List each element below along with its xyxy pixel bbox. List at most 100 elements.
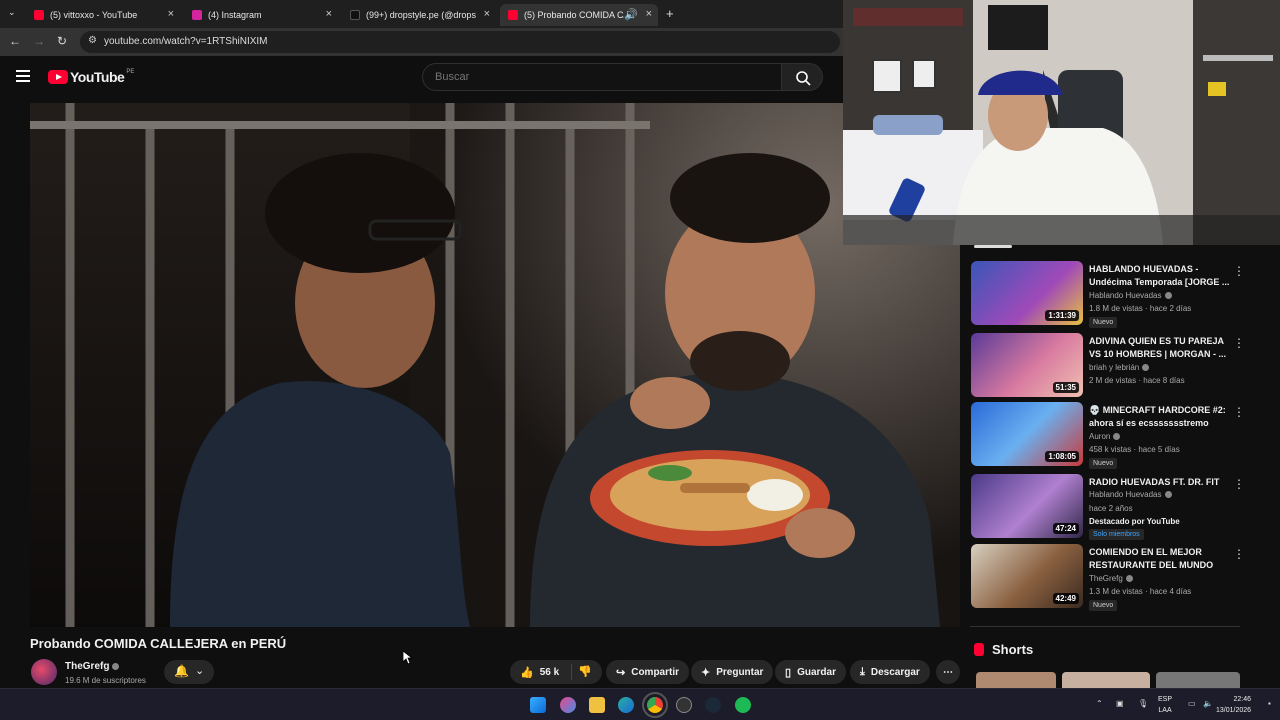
video-player[interactable] [30,103,960,627]
tray-app-icon[interactable]: ▣ [1116,699,1124,708]
tab-list-chevron-icon[interactable]: ⌄ [8,7,16,18]
hamburger-menu-icon[interactable] [16,70,30,82]
tab-1[interactable]: (5) vittoxxo - YouTube × [26,4,180,26]
download-button[interactable]: ⤓ Descargar [850,660,930,684]
dislike-icon[interactable]: 👎 [578,665,592,678]
more-options-icon[interactable]: ⋮ [1233,336,1245,350]
rec-channel[interactable]: briah y lebrián [1089,363,1150,372]
tab-1-close-icon[interactable]: × [168,8,174,20]
video-title: Probando COMIDA CALLEJERA en PERÚ [30,636,287,651]
steam-icon[interactable] [705,697,721,713]
members-only-badge: Solo miembros [1089,529,1144,540]
save-button[interactable]: ▯ Guardar [775,660,846,684]
clock-date: 13/01/2026 [1216,707,1252,714]
rec-title[interactable]: COMIENDO EN EL MEJOR RESTAURANTE DEL MUN… [1089,546,1234,572]
network-icon[interactable]: ▭ [1188,699,1196,708]
share-button[interactable]: ↪ Compartir [606,660,690,684]
tab-2-close-icon[interactable]: × [326,8,332,20]
windows-taskbar: ⌃ ▣ 🎙 ESP LAA ▭ 🔈 22:46 13/01/2026 ▪ [0,688,1280,720]
tray-overflow-icon[interactable]: ⌃ [1096,699,1103,708]
new-tab-button[interactable]: + [666,6,674,21]
rec-channel[interactable]: TheGrefg [1089,574,1133,583]
rec-item[interactable]: 51:35 ADIVINA QUIEN ES TU PAREJA VS 10 H… [971,333,1271,399]
more-options-icon[interactable]: ⋮ [1233,547,1245,561]
rec-meta: hace 2 años [1089,504,1133,513]
rec-title[interactable]: 💀 MINECRAFT HARDCORE #2: ahora sí es ecs… [1089,404,1234,430]
tab-4-active[interactable]: (5) Probando COMIDA CAL 🔊 × [500,4,658,26]
tab-4-close-icon[interactable]: × [646,8,652,20]
rec-channel[interactable]: Auron [1089,432,1121,441]
ask-button[interactable]: ✦ Preguntar [691,660,774,684]
address-bar[interactable]: ⚙ youtube.com/watch?v=1RTShiNIXIM [80,31,840,53]
tab-2-label: (4) Instagram [208,10,262,20]
file-explorer-icon[interactable] [589,697,605,713]
spotify-icon[interactable] [735,697,751,713]
input-language[interactable]: ESP LAA [1158,694,1172,716]
rec-thumbnail[interactable]: 51:35 [971,333,1083,397]
like-icon[interactable]: 👍 [520,666,534,679]
search-box[interactable] [422,63,782,91]
more-options-icon[interactable]: ⋮ [1233,264,1245,278]
search-button[interactable] [781,63,823,91]
rec-title[interactable]: RADIO HUEVADAS FT. DR. FIT [1089,476,1234,489]
rec-thumbnail[interactable]: 42:49 [971,544,1083,608]
mouse-cursor-icon [403,651,413,665]
new-badge: Nuevo [1089,600,1118,611]
search-icon [796,71,811,86]
short-thumbnail[interactable] [976,672,1056,688]
subscriber-count: 19.6 M de suscriptores [65,676,146,685]
rec-item[interactable]: 42:49 COMIENDO EN EL MEJOR RESTAURANTE D… [971,544,1271,611]
more-actions-button[interactable]: ⋯ [936,660,960,684]
search-input[interactable] [435,71,755,83]
obs-icon[interactable] [676,697,692,713]
shorts-title: Shorts [992,642,1034,657]
windows-start-icon[interactable] [530,697,546,713]
tab-3[interactable]: (99+) dropstyle.pe (@dropstyle × [342,4,496,26]
short-thumbnail[interactable] [1062,672,1150,688]
new-badge: Nuevo [1089,458,1118,469]
chrome-icon[interactable] [642,692,668,718]
youtube-logo-word: YouTube [70,69,125,85]
notification-bell-button[interactable]: 🔔 ⌄ [164,660,214,684]
rec-thumbnail[interactable]: 1:31:39 [971,261,1083,325]
forward-arrow-icon[interactable]: → [33,34,45,48]
share-icon: ↪ [616,666,626,679]
tab-3-close-icon[interactable]: × [484,8,490,20]
channel-name-text: TheGrefg [65,661,110,672]
rec-item[interactable]: 1:31:39 HABLANDO HUEVADAS - Undécima Tem… [971,261,1271,328]
browser-tab-strip: ⌄ (5) vittoxxo - YouTube × (4) Instagram… [0,0,843,28]
back-arrow-icon[interactable]: ← [9,34,21,48]
rec-item[interactable]: 1:08:05 💀 MINECRAFT HARDCORE #2: ahora s… [971,402,1271,469]
save-label: Guardar [797,666,836,678]
download-icon: ⤓ [860,665,865,678]
copilot-icon[interactable] [560,697,576,713]
tab-audio-icon[interactable]: 🔊 [624,8,638,21]
rec-item[interactable]: 47:24 RADIO HUEVADAS FT. DR. FIT Habland… [971,474,1271,544]
clock[interactable]: 22:46 13/01/2026 [1216,694,1251,716]
more-options-icon[interactable]: ⋮ [1233,477,1245,491]
volume-icon[interactable]: 🔈 [1203,699,1213,708]
short-thumbnail[interactable] [1156,672,1240,688]
channel-name[interactable]: TheGrefg [65,661,120,672]
more-options-icon[interactable]: ⋮ [1233,405,1245,419]
channel-avatar[interactable] [31,659,57,685]
rec-channel[interactable]: Hablando Huevadas [1089,291,1172,300]
rec-title[interactable]: ADIVINA QUIEN ES TU PAREJA VS 10 HOMBRES… [1089,335,1234,361]
rec-thumbnail[interactable]: 47:24 [971,474,1083,538]
site-info-icon[interactable]: ⚙ [88,35,97,46]
reload-icon[interactable]: ↻ [57,34,67,48]
youtube-logo[interactable]: YouTube PE [48,69,134,85]
microphone-icon[interactable]: 🎙 [1138,699,1148,708]
rec-duration: 1:31:39 [1045,310,1079,321]
lang-line1: ESP [1158,696,1173,703]
like-count[interactable]: 56 k [540,667,559,678]
notifications-icon[interactable]: ▪ [1268,699,1271,708]
rec-title[interactable]: HABLANDO HUEVADAS - Undécima Temporada [… [1089,263,1234,289]
tab-2[interactable]: (4) Instagram × [184,4,338,26]
edge-icon[interactable] [618,697,634,713]
rec-channel[interactable]: Hablando Huevadas [1089,490,1172,499]
rec-thumbnail[interactable]: 1:08:05 [971,402,1083,466]
verified-icon [1164,292,1172,300]
rec-channel-name: TheGrefg [1089,574,1123,583]
bookmark-icon: ▯ [785,666,792,679]
